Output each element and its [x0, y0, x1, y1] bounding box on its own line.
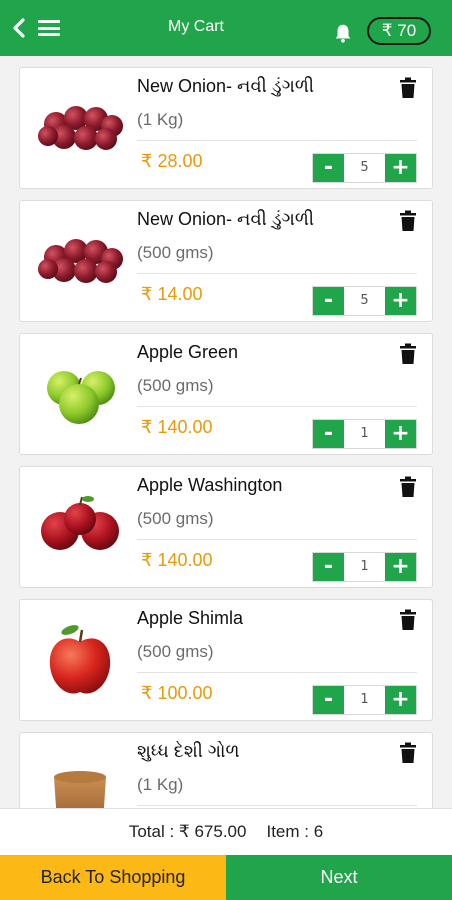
item-price: ₹ 100.00	[141, 683, 213, 703]
decrease-button[interactable]: -	[313, 287, 344, 315]
trash-icon[interactable]	[398, 476, 418, 498]
cart-item: New Onion- નવી ડુંગળી (1 Kg) ₹ 28.00 - 5…	[19, 67, 433, 189]
divider	[137, 140, 417, 141]
bell-icon[interactable]	[332, 22, 354, 44]
decrease-button[interactable]: -	[313, 420, 344, 448]
trash-icon[interactable]	[398, 609, 418, 631]
wallet-balance[interactable]: ₹ 70	[367, 17, 431, 45]
decrease-button[interactable]: -	[313, 154, 344, 182]
item-count: Item : 6	[266, 822, 324, 841]
app-bar: My Cart ₹ 70	[0, 0, 452, 56]
divider	[137, 805, 417, 806]
item-name: New Onion- નવી ડુંગળી	[137, 209, 315, 229]
item-price: ₹ 14.00	[141, 284, 203, 304]
cart-item: Apple Shimla (500 gms) ₹ 100.00 - 1 +	[19, 599, 433, 721]
trash-icon[interactable]	[398, 742, 418, 764]
onion-image	[34, 82, 126, 174]
quantity-value: 1	[344, 553, 385, 581]
item-unit: (1 Kg)	[137, 110, 184, 129]
quantity-value: 5	[344, 154, 385, 182]
back-to-shopping-button[interactable]: Back To Shopping	[0, 855, 226, 900]
quantity-stepper: - 1 +	[312, 685, 417, 715]
item-unit: (500 gms)	[137, 642, 214, 661]
quantity-stepper: - 1 +	[312, 419, 417, 449]
item-name: Apple Washington	[137, 475, 283, 495]
item-name: New Onion- નવી ડુંગળી	[137, 76, 315, 96]
jaggery-image	[34, 747, 126, 808]
back-icon[interactable]	[8, 14, 30, 42]
bottom-actions: Back To Shopping Next	[0, 855, 452, 900]
cart-list[interactable]: New Onion- નવી ડુંગળી (1 Kg) ₹ 28.00 - 5…	[0, 56, 452, 808]
quantity-stepper: - 5 +	[312, 286, 417, 316]
next-button[interactable]: Next	[226, 855, 452, 900]
divider	[137, 273, 417, 274]
decrease-button[interactable]: -	[313, 553, 344, 581]
quantity-value: 5	[344, 287, 385, 315]
menu-icon[interactable]	[38, 17, 60, 39]
item-unit: (1 Kg)	[137, 775, 184, 794]
item-price: ₹ 140.00	[141, 550, 213, 570]
shimla-apple-image	[34, 614, 126, 706]
item-unit: (500 gms)	[137, 509, 214, 528]
cart-item: New Onion- નવી ડુંગળી (500 gms) ₹ 14.00 …	[19, 200, 433, 322]
item-name: Apple Shimla	[137, 608, 244, 628]
decrease-button[interactable]: -	[313, 686, 344, 714]
cart-item: શુધ્ધ દેશી ગોળ (1 Kg)	[19, 732, 433, 808]
page-title: My Cart	[168, 18, 224, 35]
increase-button[interactable]: +	[385, 287, 416, 315]
item-name: Apple Green	[137, 342, 239, 362]
quantity-stepper: - 1 +	[312, 552, 417, 582]
onion-image	[34, 215, 126, 307]
increase-button[interactable]: +	[385, 420, 416, 448]
trash-icon[interactable]	[398, 77, 418, 99]
divider	[137, 672, 417, 673]
increase-button[interactable]: +	[385, 154, 416, 182]
cart-item: Apple Washington (500 gms) ₹ 140.00 - 1 …	[19, 466, 433, 588]
increase-button[interactable]: +	[385, 553, 416, 581]
cart-summary: Total : ₹ 675.00 Item : 6	[0, 808, 452, 855]
trash-icon[interactable]	[398, 210, 418, 232]
green-apple-image	[34, 348, 126, 440]
quantity-stepper: - 5 +	[312, 153, 417, 183]
increase-button[interactable]: +	[385, 686, 416, 714]
divider	[137, 406, 417, 407]
red-apple-image	[34, 481, 126, 573]
item-price: ₹ 28.00	[141, 151, 203, 171]
cart-total: Total : ₹ 675.00	[128, 822, 247, 841]
divider	[137, 539, 417, 540]
quantity-value: 1	[344, 686, 385, 714]
item-name: શુધ્ધ દેશી ગોળ	[137, 741, 240, 761]
trash-icon[interactable]	[398, 343, 418, 365]
cart-item: Apple Green (500 gms) ₹ 140.00 - 1 +	[19, 333, 433, 455]
item-price: ₹ 140.00	[141, 417, 213, 437]
quantity-value: 1	[344, 420, 385, 448]
item-unit: (500 gms)	[137, 243, 214, 262]
item-unit: (500 gms)	[137, 376, 214, 395]
